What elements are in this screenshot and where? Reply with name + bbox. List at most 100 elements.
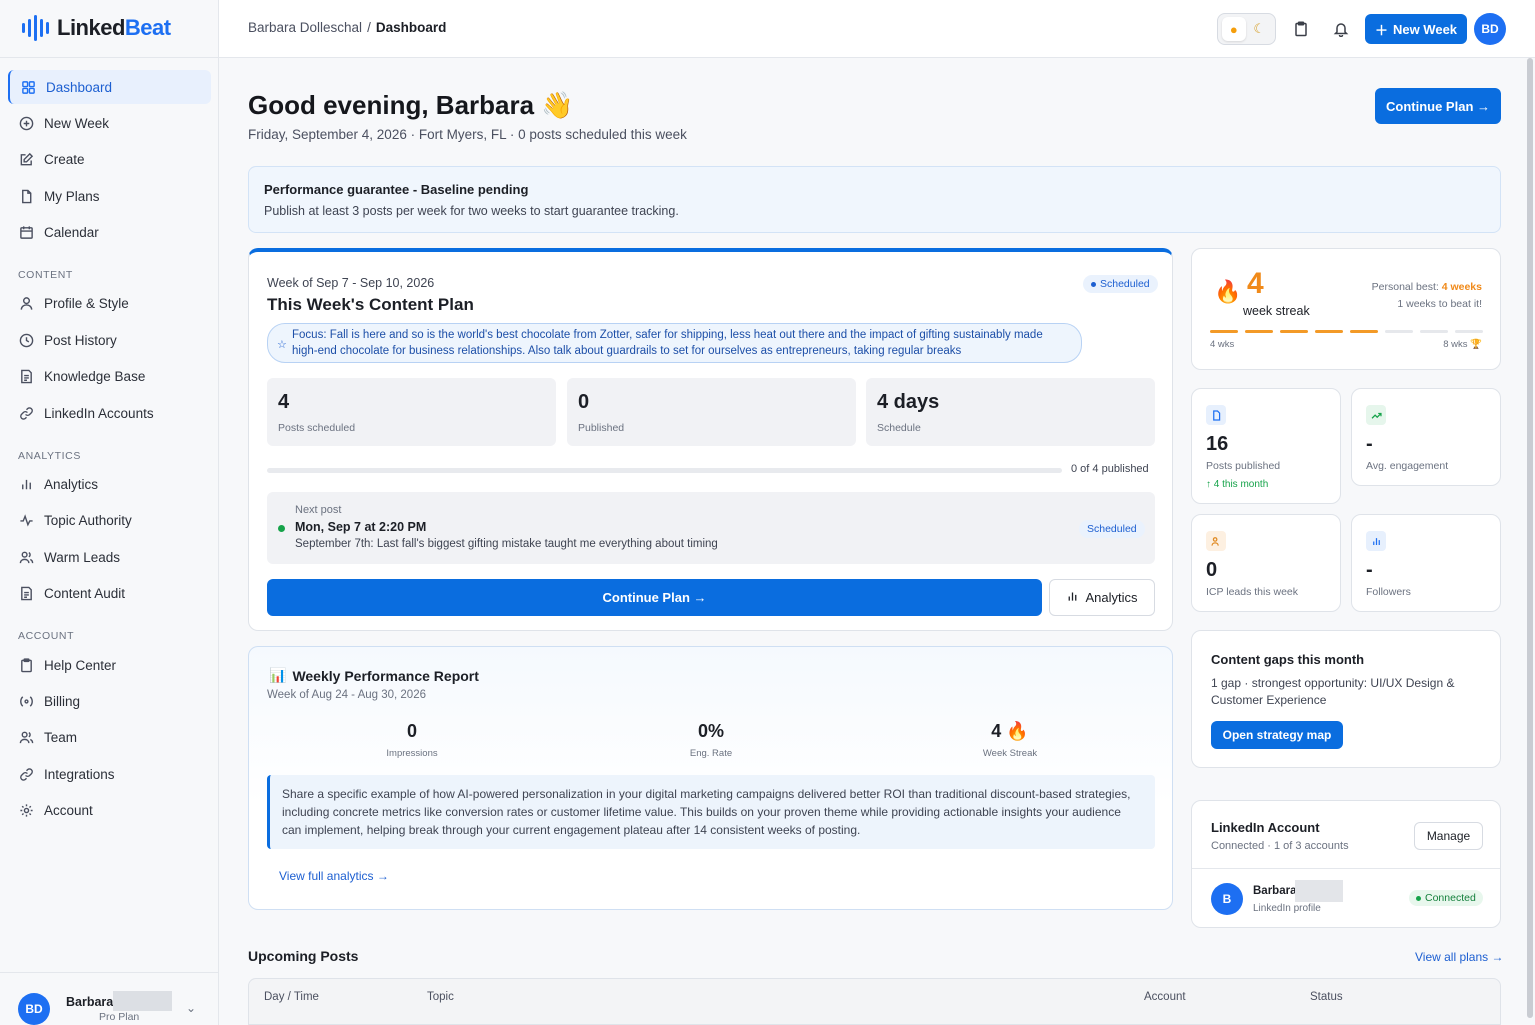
plan-focus: ☆ Focus: Fall is here and so is the worl… [267,323,1082,363]
sidebar-item-label: Dashboard [46,79,113,95]
view-full-analytics-link[interactable]: View full analytics → [279,869,389,883]
guarantee-banner: Performance guarantee - Baseline pending… [248,166,1501,233]
sidebar-item-topic-authority[interactable]: Topic Authority [8,504,211,538]
sidebar-item-label: Billing [44,693,81,709]
next-post-panel[interactable]: Next post Mon, Sep 7 at 2:20 PM Septembe… [267,492,1155,564]
column-header[interactable]: Topic [427,991,454,1003]
streak-value: 4 [1247,267,1264,300]
sidebar-item-linkedin-accounts[interactable]: LinkedIn Accounts [8,396,211,430]
guarantee-title: Performance guarantee - Baseline pending [264,182,529,197]
view-all-plans-link[interactable]: View all plans → [1415,950,1504,964]
avatar: B [1211,883,1243,915]
sidebar-item-dashboard[interactable]: Dashboard [8,70,211,104]
sidebar-item-warm-leads[interactable]: Warm Leads [8,540,211,574]
column-header[interactable]: Account [1144,991,1186,1003]
avatar: BD [18,993,50,1025]
page-subtitle: Friday, September 4, 2026 · Fort Myers, … [248,127,687,142]
users-icon [18,549,34,565]
bell-icon[interactable] [1332,20,1350,38]
continue-plan-button[interactable]: Continue Plan → [1375,88,1501,124]
stat-card-followers: - Followers [1351,514,1501,612]
streak-segment [1245,330,1273,333]
sidebar-item-create[interactable]: Create [8,143,211,177]
gear-icon [18,803,34,819]
sidebar-item-label: Integrations [44,766,115,782]
progress-label: 0 of 4 published [1071,463,1149,475]
breadcrumb-separator: / [367,20,371,35]
sidebar-item-label: Create [44,152,85,168]
nav-section-analytics: ANALYTICS [18,449,81,462]
user-name: Barbara [66,995,114,1009]
sidebar-item-label: Calendar [44,225,99,241]
column-header[interactable]: Status [1310,991,1343,1003]
sidebar-item-label: Help Center [44,657,117,673]
sidebar-item-team[interactable]: Team [8,721,211,755]
sidebar-item-new-week[interactable]: New Week [8,106,211,140]
streak-progress [1210,330,1483,333]
sidebar-item-label: Account [44,803,93,819]
sidebar-item-account[interactable]: Account [8,794,211,828]
streak-card: 🔥 4 week streak Personal best: 4 weeks 1… [1191,248,1501,370]
column-header[interactable]: Day / Time [264,991,319,1003]
open-strategy-map-button[interactable]: Open strategy map [1211,721,1343,749]
guarantee-text: Publish at least 3 posts per week for tw… [264,204,679,218]
sidebar-item-my-plans[interactable]: My Plans [8,179,211,213]
edit-icon [18,152,34,168]
streak-axis-start: 4 wks [1210,339,1235,350]
logo-text: LinkedBeat [57,15,171,40]
sidebar-item-profile-style[interactable]: Profile & Style [8,287,211,321]
clipboard-icon[interactable] [1292,20,1310,38]
continue-plan-button[interactable]: Continue Plan → [267,579,1042,616]
report-week: Week of Aug 24 - Aug 30, 2026 [267,689,426,701]
sidebar-item-content-audit[interactable]: Content Audit [8,577,211,611]
chevron-down-icon[interactable]: ⌄ [186,1001,196,1015]
status-badge: Scheduled [1079,520,1145,538]
publish-progress-bar [267,468,1062,473]
sidebar-item-label: Post History [44,332,117,348]
moon-icon[interactable]: ☾ [1247,17,1271,41]
streak-segment [1455,330,1483,333]
sidebar-item-label: Profile & Style [44,296,129,312]
avatar[interactable]: BD [1474,13,1506,45]
personal-best: Personal best: 4 weeks 1 weeks to beat i… [1371,281,1482,310]
chart-emoji-icon: 📊 [269,667,287,683]
link-icon [18,405,34,421]
sidebar-item-integrations[interactable]: Integrations [8,757,211,791]
sun-icon[interactable]: ● [1221,17,1246,41]
new-week-button[interactable]: ＋ New Week [1365,14,1467,44]
sidebar-item-billing[interactable]: Billing [8,684,211,718]
streak-segment [1350,330,1378,333]
breadcrumb: Barbara Dolleschal / Dashboard [248,20,446,35]
app-logo[interactable]: LinkedBeat [22,14,171,42]
next-post-label: Next post [295,504,342,516]
sidebar-item-label: New Week [44,115,110,131]
streak-segment [1280,330,1308,333]
report-title: 📊 Weekly Performance Report [269,667,479,684]
next-post-time: Mon, Sep 7 at 2:20 PM [295,520,427,534]
breadcrumb-parent[interactable]: Barbara Dolleschal [248,20,362,35]
sidebar-user-menu[interactable]: BD Barbara Pro Plan ⌄ [0,972,219,1025]
metric-impressions: 0 Impressions [386,721,438,759]
streak-axis-end: 8 wks 🏆 [1443,339,1482,350]
streak-segment [1315,330,1343,333]
analytics-button[interactable]: Analytics [1049,579,1155,616]
document-icon [1206,405,1226,425]
breadcrumb-current: Dashboard [375,20,447,35]
bar-chart-icon [1366,531,1386,551]
streak-segment [1420,330,1448,333]
sidebar-item-calendar[interactable]: Calendar [8,216,211,250]
sidebar-item-post-history[interactable]: Post History [8,323,211,357]
content-gaps-card: Content gaps this month 1 gap · stronges… [1191,630,1501,768]
sidebar-item-help-center[interactable]: Help Center [8,648,211,682]
stat-card-avg-engagement: - Avg. engagement [1351,388,1501,486]
sidebar-item-analytics[interactable]: Analytics [8,468,211,502]
sidebar-item-knowledge-base[interactable]: Knowledge Base [8,360,211,394]
manage-button[interactable]: Manage [1414,822,1483,850]
page-scrollbar[interactable] [1527,58,1533,1025]
theme-toggle[interactable]: ● ☾ [1217,13,1276,45]
redacted-name-block [1295,880,1343,902]
team-icon [18,730,34,746]
gaps-description: 1 gap · strongest opportunity: UI/UX Des… [1211,676,1455,707]
stat-published: 0 Published [567,378,856,446]
plan-title: This Week's Content Plan [267,295,474,314]
